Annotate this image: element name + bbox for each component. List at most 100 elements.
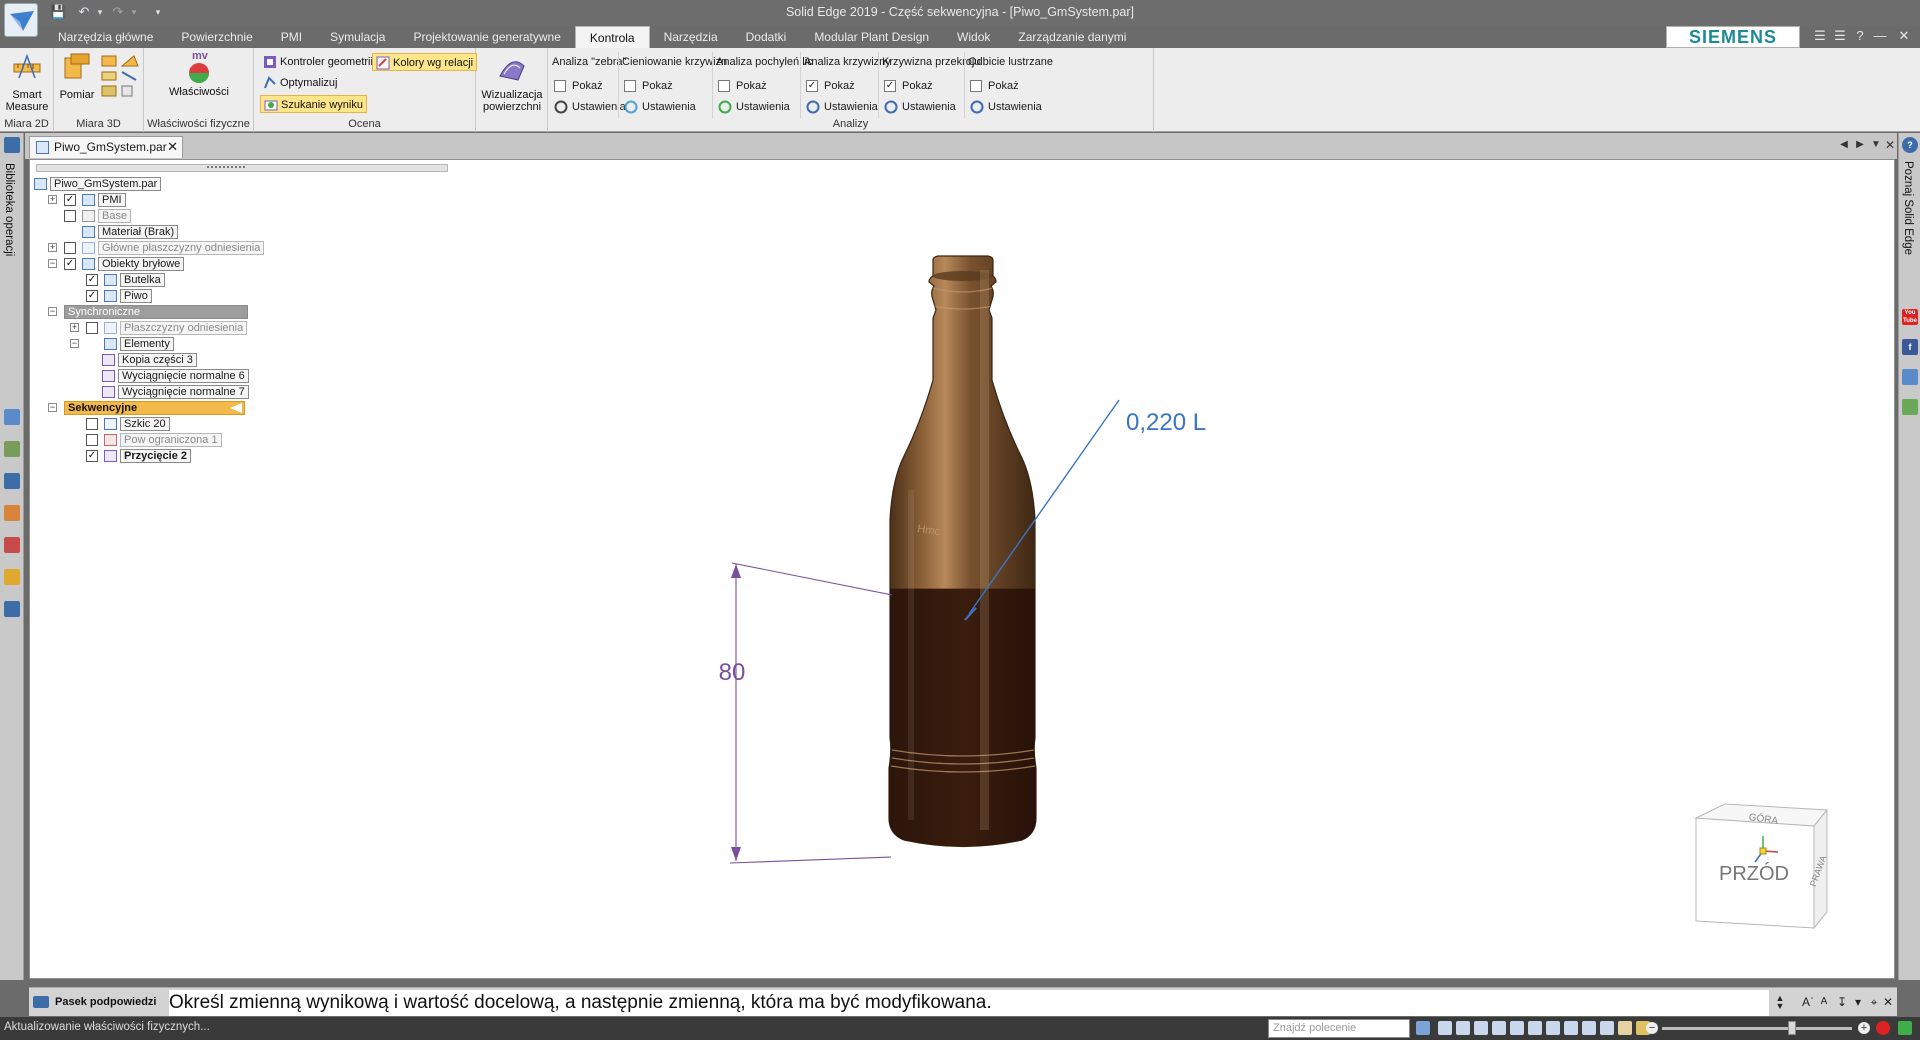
facebook-icon[interactable]: f	[1902, 339, 1918, 355]
minimize-icon[interactable]: —	[1872, 28, 1888, 44]
help-icon[interactable]: ?	[1852, 28, 1868, 44]
font-size-small-icon[interactable]: A	[1817, 994, 1831, 1010]
tools-icon[interactable]	[4, 569, 20, 585]
shaded-icon[interactable]	[1582, 1021, 1596, 1035]
redo-dropdown-icon[interactable]: ▾	[126, 4, 142, 20]
feature-library-icon[interactable]	[4, 137, 20, 153]
tab-powierzchnie[interactable]: Powierzchnie	[167, 26, 266, 48]
analysis-settings-button[interactable]: Ustawienia	[716, 99, 790, 115]
record-icon[interactable]	[1618, 1021, 1632, 1035]
wlasciwosci-button[interactable]: mv Właściwości	[168, 50, 230, 98]
community-icon[interactable]	[1902, 369, 1918, 385]
analysis-show-checkbox[interactable]: ✓ Pokaż	[882, 78, 933, 94]
close-window-icon[interactable]: ✕	[1883, 138, 1897, 152]
fit-icon[interactable]	[1474, 1021, 1488, 1035]
analysis-show-checkbox[interactable]: ✓ Pokaż	[804, 78, 855, 94]
feature-library-tab[interactable]: Biblioteka operacji	[3, 163, 15, 256]
dock-down-icon[interactable]: ↧	[1835, 994, 1849, 1010]
analysis-settings-button[interactable]: Ustawienia	[882, 99, 956, 115]
height-dimension[interactable]: 80	[719, 562, 893, 864]
view-cube-front[interactable]: PRZÓD	[1719, 862, 1789, 885]
rotate-icon[interactable]	[1510, 1021, 1524, 1035]
update-icon[interactable]	[1898, 1021, 1912, 1035]
close-icon[interactable]: ✕	[1896, 28, 1912, 44]
ribbon-layout-2-icon[interactable]: ☰	[1832, 28, 1848, 44]
prompt-bar-label[interactable]: Pasek podpowiedzi	[29, 992, 165, 1012]
analysis-settings-button[interactable]: Ustawienia	[968, 99, 1042, 115]
checkbox[interactable]	[554, 80, 566, 92]
bottle-model[interactable]: Hmc	[880, 255, 1050, 850]
checkbox[interactable]: ✓	[806, 80, 818, 92]
analysis-show-checkbox[interactable]: Pokaż	[552, 78, 603, 94]
view-styles-icon[interactable]	[1600, 1021, 1614, 1035]
tab-narzędzia[interactable]: Narzędzia	[650, 26, 732, 48]
redo-icon[interactable]: ↷	[110, 4, 126, 20]
close-document-icon[interactable]: ✕	[167, 137, 178, 157]
tab-kontrola[interactable]: Kontrola	[574, 26, 650, 48]
tab-scroll-right-icon[interactable]: ▶	[1853, 138, 1867, 152]
zoom-area-icon[interactable]	[1438, 1021, 1452, 1035]
youtube-icon[interactable]: You Tube	[1902, 309, 1918, 325]
tab-modular-plant-design[interactable]: Modular Plant Design	[800, 26, 943, 48]
close-prompt-icon[interactable]: ✕	[1881, 994, 1895, 1010]
ribbon-layout-icon[interactable]: ☰	[1812, 28, 1828, 44]
pathfinder-icon[interactable]	[4, 409, 20, 425]
info-icon[interactable]: ?	[1902, 137, 1918, 153]
saved-views-icon[interactable]	[1564, 1021, 1578, 1035]
analysis-settings-button[interactable]: Ustawienia	[804, 99, 878, 115]
view-cube[interactable]: PRZÓD GÓRA PRAWA	[1694, 803, 1828, 930]
wizualizacja-powierzchni-button[interactable]: Wizualizacja powierzchni	[480, 52, 544, 113]
analysis-show-checkbox[interactable]: Pokaż	[716, 78, 767, 94]
tab-pmi[interactable]: PMI	[267, 26, 316, 48]
color-manager-icon[interactable]	[4, 505, 20, 521]
undo-icon[interactable]: ↶	[76, 4, 92, 20]
zoom-icon[interactable]	[1456, 1021, 1470, 1035]
zoom-in-icon[interactable]: +	[1858, 1022, 1870, 1034]
kolory-wg-relacji-button[interactable]: Kolory wg relacji	[372, 53, 478, 71]
pomiar-button[interactable]: Pomiar	[58, 52, 96, 101]
variables-icon[interactable]	[4, 537, 20, 553]
sketch-view-icon[interactable]	[1546, 1021, 1560, 1035]
tab-projektowanie-generatywne[interactable]: Projektowanie generatywne	[399, 26, 574, 48]
tab-symulacja[interactable]: Symulacja	[316, 26, 399, 48]
layers-icon[interactable]	[4, 441, 20, 457]
application-button[interactable]	[4, 3, 38, 37]
tab-zarządzanie-danymi[interactable]: Zarządzanie danymi	[1004, 26, 1140, 48]
settings-icon[interactable]	[4, 601, 20, 617]
tab-narzędzia-główne[interactable]: Narzędzia główne	[44, 26, 167, 48]
spin-about-icon[interactable]	[1528, 1021, 1542, 1035]
run-command-icon[interactable]	[1416, 1021, 1430, 1035]
graphics-window[interactable]: Piwo_GmSystem.par + ✓ PMI Base Materiał …	[29, 159, 1895, 979]
font-size-icon[interactable]: Aˈ	[1801, 994, 1815, 1010]
save-icon[interactable]: 💾	[50, 4, 66, 20]
analysis-settings-button[interactable]: Ustawienia	[552, 99, 626, 115]
zoom-out-icon[interactable]: −	[1646, 1022, 1658, 1034]
learn-solid-edge-tab[interactable]: Poznaj Solid Edge	[1902, 161, 1914, 255]
document-tab[interactable]: Piwo_GmSystem.par ✕	[29, 136, 183, 158]
command-finder-input[interactable]: Znajdź polecenie	[1268, 1019, 1410, 1038]
smart-measure-button[interactable]: Smart Measure	[4, 52, 50, 113]
tab-widok[interactable]: Widok	[943, 26, 1004, 48]
kontroler-geometrii-button[interactable]: Kontroler geometrii	[260, 53, 376, 71]
pan-icon[interactable]	[1492, 1021, 1506, 1035]
pin-icon[interactable]: ⌖	[1867, 994, 1881, 1010]
news-icon[interactable]	[1902, 399, 1918, 415]
analysis-settings-button[interactable]: Ustawienia	[622, 99, 696, 115]
tab-dodatki[interactable]: Dodatki	[732, 26, 801, 48]
checkbox[interactable]: ✓	[884, 80, 896, 92]
szukanie-wyniku-button[interactable]: Szukanie wyniku	[260, 95, 367, 113]
checkbox[interactable]	[718, 80, 730, 92]
analysis-show-checkbox[interactable]: Pokaż	[968, 78, 1019, 94]
checkbox[interactable]	[970, 80, 982, 92]
zoom-slider[interactable]	[1662, 1027, 1852, 1030]
prompt-scroll-icon[interactable]: ▲ ▼	[1773, 994, 1787, 1011]
tab-list-icon[interactable]: ▼	[1869, 138, 1883, 152]
checkbox[interactable]	[624, 80, 636, 92]
optymalizuj-button[interactable]: Optymalizuj	[260, 74, 340, 92]
zoom-slider-handle[interactable]	[1788, 1021, 1796, 1035]
analysis-show-checkbox[interactable]: Pokaż	[622, 78, 673, 94]
stop-icon[interactable]	[1876, 1021, 1890, 1035]
dock-icon[interactable]: ▾	[1851, 994, 1865, 1010]
sensors-icon[interactable]	[4, 473, 20, 489]
tab-scroll-left-icon[interactable]: ◀	[1837, 138, 1851, 152]
